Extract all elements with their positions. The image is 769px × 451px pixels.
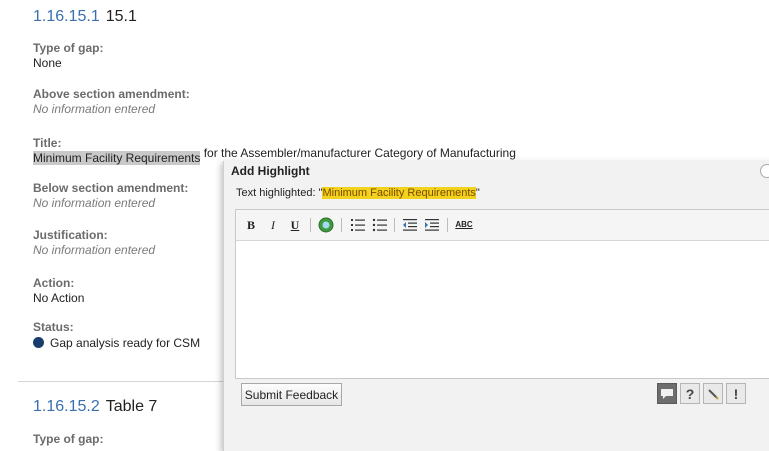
- section-number[interactable]: 1.16.15.1: [33, 8, 100, 25]
- indent-icon[interactable]: [424, 217, 440, 233]
- section-heading: 1.16.15.1 15.1: [33, 8, 137, 26]
- highlight-prefix: Text highlighted: ": [236, 187, 323, 199]
- submit-feedback-button[interactable]: Submit Feedback: [241, 383, 342, 406]
- section-divider: [18, 381, 223, 382]
- section-heading-2: 1.16.15.2 Table 7: [33, 398, 157, 416]
- status-label: Status:: [33, 320, 74, 334]
- type-of-gap-value: None: [33, 56, 62, 70]
- highlighted-text-line: Text highlighted: "Minimum Facility Requ…: [236, 187, 480, 199]
- section-title-2: Table 7: [105, 398, 158, 415]
- highlighted-text: Minimum Facility Requirements: [322, 187, 476, 199]
- below-amendment-value: No information entered: [33, 196, 156, 210]
- toolbar-separator: [310, 218, 311, 232]
- close-icon[interactable]: [760, 164, 769, 178]
- toolbar-separator: [394, 218, 395, 232]
- status-value: Gap analysis ready for CSM: [33, 336, 200, 350]
- status-dot-icon: [33, 337, 44, 348]
- add-highlight-dialog: Add Highlight Text highlighted: "Minimum…: [223, 161, 769, 451]
- outdent-icon[interactable]: [402, 217, 418, 233]
- status-text: Gap analysis ready for CSM: [50, 336, 201, 350]
- above-amendment-label: Above section amendment:: [33, 87, 190, 101]
- help-icon[interactable]: ?: [680, 383, 700, 404]
- action-value: No Action: [33, 291, 85, 305]
- selected-title-text[interactable]: Minimum Facility Requirements: [33, 151, 201, 165]
- title-rest-text: for the Assembler/manufacturer Category …: [200, 146, 516, 160]
- pencil-icon[interactable]: [703, 383, 723, 404]
- toolbar-separator: [341, 218, 342, 232]
- justification-label: Justification:: [33, 228, 108, 242]
- feedback-editor[interactable]: B I U ABC: [235, 209, 769, 379]
- bold-button[interactable]: B: [244, 217, 258, 233]
- section-number-2[interactable]: 1.16.15.2: [33, 398, 100, 415]
- alert-icon[interactable]: !: [726, 383, 746, 404]
- spellcheck-button[interactable]: ABC: [454, 217, 474, 233]
- comment-icon[interactable]: [657, 383, 677, 404]
- above-amendment-value: No information entered: [33, 102, 156, 116]
- type-of-gap-label: Type of gap:: [33, 41, 104, 55]
- toolbar-separator: [447, 218, 448, 232]
- highlight-suffix: ": [475, 187, 480, 199]
- below-amendment-label: Below section amendment:: [33, 181, 189, 195]
- dialog-title: Add Highlight: [231, 164, 310, 178]
- numbered-list-icon[interactable]: [350, 217, 366, 233]
- italic-button[interactable]: I: [266, 217, 280, 233]
- underline-button[interactable]: U: [288, 217, 302, 233]
- type-of-gap-label-2: Type of gap:: [33, 432, 104, 446]
- link-globe-icon[interactable]: [318, 217, 334, 233]
- action-label: Action:: [33, 276, 75, 290]
- justification-value: No information entered: [33, 243, 156, 257]
- editor-toolbar: B I U ABC: [236, 210, 769, 241]
- section-title: 15.1: [105, 8, 137, 25]
- bullet-list-icon[interactable]: [372, 217, 388, 233]
- title-label: Title:: [33, 136, 62, 150]
